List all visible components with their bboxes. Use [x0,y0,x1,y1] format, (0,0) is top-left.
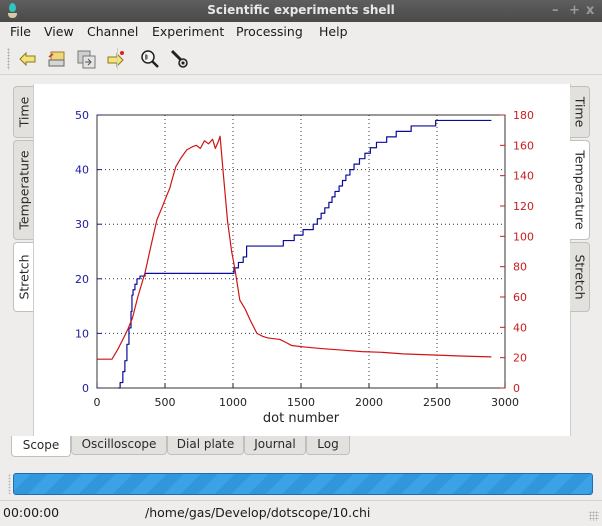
toolbar [0,42,602,75]
progress-grip[interactable] [8,474,11,494]
export-button[interactable] [75,48,97,70]
probe-icon [170,49,188,68]
right-tab-temperature[interactable]: Temperature [570,140,590,240]
resize-grip[interactable] [589,511,599,521]
menu-file[interactable]: File [10,24,31,39]
menu-processing[interactable]: Processing [236,24,303,39]
tab-journal[interactable]: Journal [244,436,306,455]
app-window: Scientific experiments shell – + x File … [0,0,602,526]
left-tab-time[interactable]: Time [13,86,33,138]
toolbar-separator [117,48,118,70]
right-tab-time[interactable]: Time [570,86,590,138]
left-tab-temperature[interactable]: Temperature [13,140,33,240]
open-folder-icon [48,51,65,67]
forward-new-icon [107,51,124,68]
zoom-icon [141,50,159,68]
forward-new-button[interactable] [104,48,126,70]
progress-bar [13,473,593,495]
scope-panel [33,84,571,436]
menu-bar: File View Channel Experiment Processing … [0,22,602,42]
tab-dial-plate[interactable]: Dial plate [167,436,244,455]
right-tab-stretch[interactable]: Stretch [570,242,590,312]
left-tab-stretch[interactable]: Stretch [13,242,33,312]
tab-scope[interactable]: Scope [11,436,71,457]
back-arrow-icon [19,51,36,67]
bottom-tab-bar: Scope Oscilloscope Dial plate Journal Lo… [10,436,591,458]
menu-view[interactable]: View [44,24,74,39]
close-button[interactable]: x [586,3,594,18]
toolbar-grip[interactable] [7,48,10,70]
export-icon [77,50,96,69]
minimize-button[interactable]: – [552,3,559,18]
current-file-path: /home/gas/Develop/dotscope/10.chi [145,505,371,520]
probe-button[interactable] [168,48,190,70]
tab-oscilloscope[interactable]: Oscilloscope [71,436,167,455]
status-bar: 00:00:00 /home/gas/Develop/dotscope/10.c… [0,500,602,524]
menu-help[interactable]: Help [319,24,348,39]
progress-area [5,470,597,498]
back-arrow-button[interactable] [17,48,39,70]
maximize-button[interactable]: + [569,3,580,18]
menu-experiment[interactable]: Experiment [152,24,224,39]
tab-log[interactable]: Log [306,436,350,455]
zoom-button[interactable] [139,48,161,70]
title-bar[interactable]: Scientific experiments shell – + x [0,0,602,22]
elapsed-time: 00:00:00 [3,505,60,520]
open-folder-button[interactable] [45,48,67,70]
menu-channel[interactable]: Channel [87,24,138,39]
window-title: Scientific experiments shell [207,3,395,17]
